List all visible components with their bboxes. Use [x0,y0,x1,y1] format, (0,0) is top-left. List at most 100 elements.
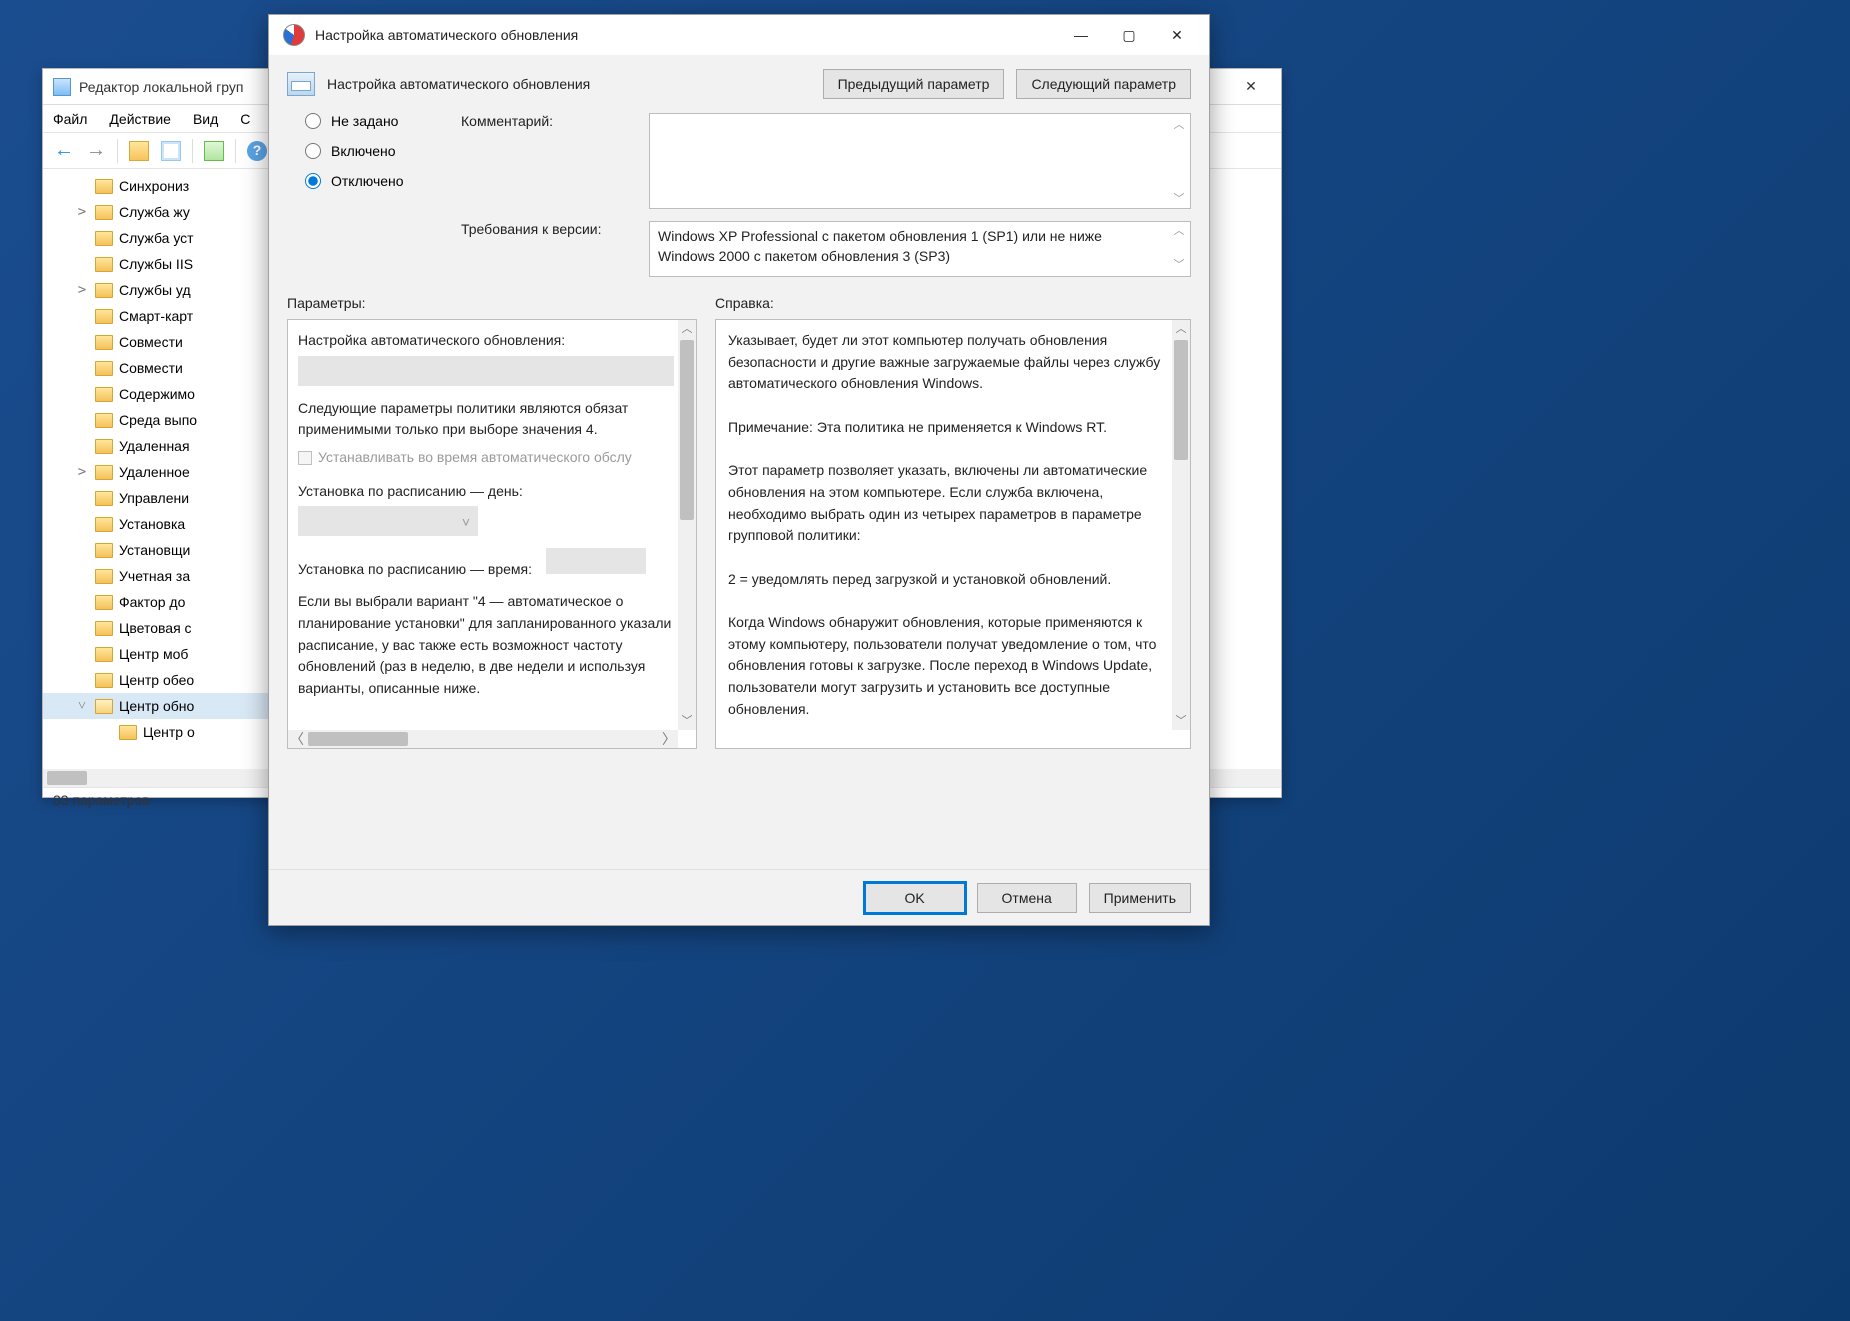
cancel-button[interactable]: Отмена [977,883,1077,913]
folder-icon [95,543,113,558]
tree-node-label: Среда выпо [119,412,197,428]
scroll-down-icon[interactable]: ﹀ [678,712,696,730]
tree-node[interactable]: ˅Центр обно [43,693,292,719]
scrollbar-thumb[interactable] [47,771,87,785]
scroll-right-icon[interactable]: 〉 [660,729,678,749]
scroll-up-icon[interactable]: ︿ [1172,320,1190,338]
scroll-up-icon[interactable]: ︿ [1170,224,1188,240]
scrollbar-thumb[interactable] [680,340,694,520]
scrollbar-thumb[interactable] [308,732,408,746]
supported-scrollbar[interactable]: ︿﹀ [1170,224,1188,274]
arrow-right-icon: → [86,139,106,162]
tree-node[interactable]: Центр о [43,719,292,745]
folder-icon [95,283,113,298]
options-label: Параметры: [287,295,697,311]
tree-node[interactable]: Синхрониз [43,173,292,199]
comment-scrollbar[interactable]: ︿﹀ [1170,116,1188,206]
scroll-left-icon[interactable]: 〈 [288,729,306,749]
scroll-up-icon[interactable]: ︿ [1170,116,1188,132]
folder-icon [95,257,113,272]
close-icon[interactable]: ✕ [1231,73,1271,101]
tree-node[interactable]: Управлени [43,485,292,511]
setting-icon [287,72,315,96]
help-vscrollbar[interactable]: ︿ ﹀ [1172,320,1190,730]
tree-node[interactable]: Удаленная [43,433,292,459]
export-icon [204,141,224,161]
tree-node[interactable]: Учетная за [43,563,292,589]
ok-button[interactable]: OK [865,883,965,913]
tree-node[interactable]: Цветовая с [43,615,292,641]
radio-label: Отключено [331,173,404,189]
tree-node[interactable]: Среда выпо [43,407,292,433]
menu-view[interactable]: Вид [193,111,218,127]
tree-node[interactable]: >Удаленное [43,459,292,485]
tree-node[interactable]: Фактор до [43,589,292,615]
dialog-window-controls: — ▢ ✕ [1057,15,1201,55]
scrollbar-thumb[interactable] [1174,340,1188,460]
gpedit-tree[interactable]: Синхрониз>Служба жуСлужба устСлужбы IIS>… [43,169,293,769]
export-button[interactable] [199,137,229,165]
scroll-up-icon[interactable]: ︿ [678,320,696,338]
menu-more[interactable]: С [240,111,250,127]
comment-textarea[interactable]: ︿﹀ [649,113,1191,209]
tree-node[interactable]: Совмести [43,329,292,355]
options-hscrollbar[interactable]: 〈 〉 [288,730,678,748]
radio-enabled[interactable]: Включено [305,143,419,159]
close-button[interactable]: ✕ [1153,15,1201,55]
maximize-button[interactable]: ▢ [1105,15,1153,55]
properties-button[interactable] [156,137,186,165]
tree-node[interactable]: Установка [43,511,292,537]
menu-action[interactable]: Действие [109,111,171,127]
radio-disabled[interactable]: Отключено [305,173,419,189]
radio-not-configured[interactable]: Не задано [305,113,419,129]
scroll-down-icon[interactable]: ﹀ [1172,712,1190,730]
back-button[interactable]: ← [49,137,79,165]
tree-node[interactable]: Смарт-карт [43,303,292,329]
radio-disabled-input[interactable] [305,173,321,189]
tree-expander-icon[interactable]: > [75,464,89,480]
tree-node-label: Совмести [119,360,183,376]
options-vscrollbar[interactable]: ︿ ﹀ [678,320,696,730]
scroll-down-icon[interactable]: ﹀ [1170,258,1188,274]
help-p2: Примечание: Эта политика не применяется … [728,417,1164,439]
policy-icon [283,24,305,46]
forward-button[interactable]: → [81,137,111,165]
folder-icon [95,179,113,194]
tree-node[interactable]: Служба уст [43,225,292,251]
radio-enabled-input[interactable] [305,143,321,159]
tree-node[interactable]: Службы IIS [43,251,292,277]
tree-expander-icon[interactable]: ˅ [75,698,89,715]
radio-not-configured-input[interactable] [305,113,321,129]
tree-expander-icon[interactable]: > [75,282,89,298]
menu-file[interactable]: Файл [53,111,87,127]
columns: Настройка автоматического обновления: Сл… [269,313,1209,869]
previous-setting-button[interactable]: Предыдущий параметр [823,69,1005,99]
tree-node-label: Синхрониз [119,178,189,194]
tree-node[interactable]: Центр обео [43,667,292,693]
next-setting-button[interactable]: Следующий параметр [1016,69,1191,99]
tree-node[interactable]: Содержимо [43,381,292,407]
folder-icon [95,621,113,636]
opt-sched-time-label: Установка по расписанию — время: [298,561,532,577]
tree-node[interactable]: Совмести [43,355,292,381]
folder-icon [119,725,137,740]
folder-up-button[interactable] [124,137,154,165]
tree-node[interactable]: >Служба жу [43,199,292,225]
folder-icon [95,335,113,350]
toolbar-divider [192,139,193,163]
apply-button[interactable]: Применить [1089,883,1191,913]
minimize-button[interactable]: — [1057,15,1105,55]
toolbar-divider [235,139,236,163]
tree-node[interactable]: Центр моб [43,641,292,667]
options-content: Настройка автоматического обновления: Сл… [288,320,696,748]
tree-node[interactable]: Установщи [43,537,292,563]
dialog-titlebar[interactable]: Настройка автоматического обновления — ▢… [269,15,1209,55]
tree-node-label: Центр о [143,724,195,740]
tree-node[interactable]: >Службы уд [43,277,292,303]
help-p3: Этот параметр позволяет указать, включен… [728,460,1164,547]
folder-icon [95,387,113,402]
opt-check-label: Устанавливать во время автоматического о… [318,447,632,469]
dialog-header-title: Настройка автоматического обновления [327,76,590,92]
scroll-down-icon[interactable]: ﹀ [1170,190,1188,206]
tree-expander-icon[interactable]: > [75,204,89,220]
